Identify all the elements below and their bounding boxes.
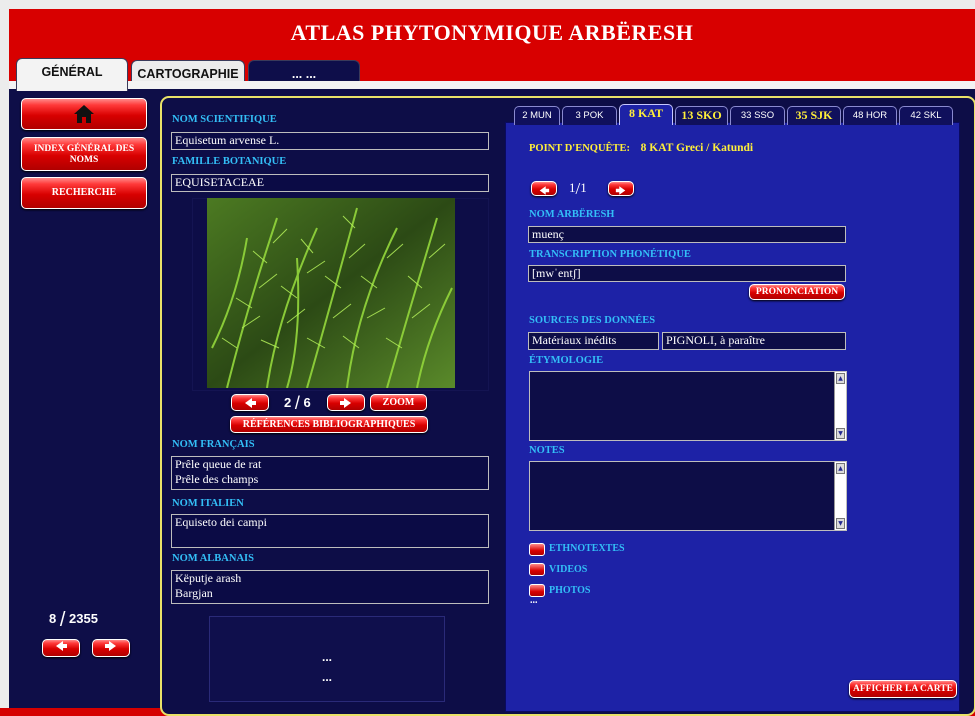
survey-point: POINT D'ENQUÊTE: 8 KAT Greci / Katundi [529,142,753,154]
italian-name-1: Equiseto dei campi [175,515,267,529]
french-name-field[interactable]: Prêle queue de rat Prêle des champs [171,456,489,490]
extra-info-box: ... ... [209,616,445,702]
tab-13-sko[interactable]: 13 SKO [675,106,728,125]
next-record-button[interactable] [92,639,130,657]
videos-label[interactable]: VIDEOS [549,564,587,575]
home-button[interactable] [21,98,147,130]
ethnotexts-button[interactable] [529,543,545,556]
arrow-left-icon [539,186,550,195]
french-name-2: Prêle des champs [175,472,259,486]
source-1-field[interactable]: Matériaux inédits [528,332,659,350]
notes-textarea[interactable]: ▲ ▼ [529,461,847,531]
photo-total: 6 [303,395,311,410]
record-counter: 8 / 2355 [49,609,98,632]
family-label: FAMILLE BOTANIQUE [172,156,287,167]
main-panel: NOM SCIENTIFIQUE Equisetum arvense L. FA… [160,96,975,716]
photo-counter: 2 / 6 [284,393,311,414]
previous-record-button[interactable] [42,639,80,657]
media-ellipsis: ... [530,595,538,606]
tab-3-pok[interactable]: 3 POK [562,106,617,125]
tab-35-sjk[interactable]: 35 SJK [787,106,841,125]
notes-label: NOTES [529,445,565,456]
scroll-down-icon[interactable]: ▼ [836,428,845,439]
previous-entry-button[interactable] [531,181,557,196]
scientific-name-field[interactable]: Equisetum arvense L. [171,132,489,150]
references-button[interactable]: RÉFÉRENCES BIBLIOGRAPHIQUES [230,416,428,433]
tab-general[interactable]: GÉNÉRAL [16,58,128,91]
record-current: 8 [49,611,57,626]
app-title: ATLAS PHYTONYMIQUE ARBËRESH [290,20,694,45]
tab-2-mun[interactable]: 2 MUN [514,106,560,125]
arrow-right-icon [340,398,351,408]
albanian-name-1: Këputje arash [175,571,242,585]
arrow-right-icon [615,186,626,195]
italian-name-field[interactable]: Equiseto dei campi [171,514,489,548]
record-separator: / [59,609,66,631]
survey-point-value: 8 KAT Greci / Katundi [640,142,754,154]
arrow-right-icon [105,641,116,651]
record-total: 2355 [69,611,98,626]
plant-photo[interactable] [207,198,455,388]
house-icon [74,105,94,123]
zoom-button[interactable]: ZOOM [370,394,427,411]
survey-point-label: POINT D'ENQUÊTE: [529,143,631,154]
scientific-name-label: NOM SCIENTIFIQUE [172,114,277,125]
previous-photo-button[interactable] [231,394,269,411]
tab-42-skl[interactable]: 42 SKL [899,106,953,125]
extra-line-2: ... [321,670,332,684]
albanian-name-2: Bargjan [175,586,213,600]
albanian-name-label: NOM ALBANAIS [172,553,254,564]
source-2-field[interactable]: PIGNOLI, à paraître [662,332,846,350]
arbresh-name-label: NOM ARBËRESH [529,209,615,220]
sources-label: SOURCES DES DONNÉES [529,315,656,326]
tab-48-hor[interactable]: 48 HOR [843,106,897,125]
scroll-up-icon[interactable]: ▲ [836,373,845,384]
scroll-down-icon[interactable]: ▼ [836,518,845,529]
show-map-button[interactable]: AFFICHER LA CARTE [849,680,957,698]
etymology-label: ÉTYMOLOGIE [529,355,604,366]
extra-line-1: ... [321,650,332,664]
phonetic-field[interactable]: [mwˈentʃ] [528,265,846,282]
etymology-scrollbar[interactable]: ▲ ▼ [834,372,846,440]
phonetic-label: TRANSCRIPTION PHONÉTIQUE [529,249,691,260]
albanian-name-field[interactable]: Këputje arash Bargjan [171,570,489,604]
pronunciation-button[interactable]: PRONONCIATION [749,284,845,300]
tab-33-sso[interactable]: 33 SSO [730,106,785,125]
survey-point-panel: 2 MUN 3 POK 8 KAT 13 SKO 33 SSO 35 SJK 4… [505,104,960,712]
ethnotexts-label[interactable]: ETHNOTEXTES [549,543,625,554]
photos-label[interactable]: PHOTOS [549,585,591,596]
french-name-label: NOM FRANÇAIS [172,439,255,450]
photo-separator: / [294,393,300,413]
arrow-left-icon [56,641,67,651]
arrow-left-icon [245,398,256,408]
family-field[interactable]: EQUISETACEAE [171,174,489,192]
notes-scrollbar[interactable]: ▲ ▼ [834,462,846,530]
tab-8-kat[interactable]: 8 KAT [619,104,673,125]
next-entry-button[interactable] [608,181,634,196]
content-area: INDEX GÉNÉRAL DES NOMS RECHERCHE 8 / 235… [9,81,975,716]
next-photo-button[interactable] [327,394,365,411]
videos-button[interactable] [529,563,545,576]
photo-current: 2 [284,395,292,410]
app-window: ATLAS PHYTONYMIQUE ARBËRESH GÉNÉRAL CART… [0,0,975,716]
entry-total: 1 [580,180,587,195]
italian-name-label: NOM ITALIEN [172,498,244,509]
french-name-1: Prêle queue de rat [175,457,262,471]
entry-counter: 1/1 [569,179,587,199]
search-button[interactable]: RECHERCHE [21,177,147,209]
scroll-up-icon[interactable]: ▲ [836,463,845,474]
etymology-textarea[interactable]: ▲ ▼ [529,371,847,441]
arbresh-name-field[interactable]: muenç [528,226,846,243]
index-general-button[interactable]: INDEX GÉNÉRAL DES NOMS [21,137,147,171]
